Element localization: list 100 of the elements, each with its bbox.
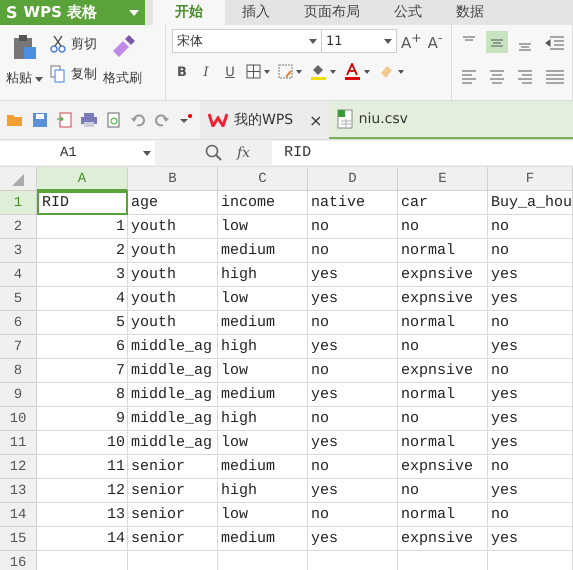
table-cell: 5 [37, 311, 128, 335]
underline-button[interactable]: U [220, 64, 240, 80]
undo-icon[interactable] [130, 112, 146, 128]
table-cell: yes [488, 383, 573, 407]
table-cell: high [218, 407, 308, 431]
save-icon[interactable] [32, 112, 48, 128]
export-icon[interactable] [56, 112, 72, 128]
ribbon-tab[interactable]: 插入 [225, 0, 287, 25]
table-cell: no [488, 503, 573, 527]
table-cell: normal [398, 311, 488, 335]
function-button[interactable]: fx [237, 145, 250, 161]
table-cell: yes [488, 407, 573, 431]
formula-input[interactable]: RID [272, 141, 573, 165]
redo-icon[interactable] [154, 112, 170, 128]
table-cell: senior [128, 503, 218, 527]
ribbon-tab[interactable]: 开始 [153, 0, 225, 25]
table-cell: 8 [37, 383, 128, 407]
table-cell: senior [128, 527, 218, 551]
column-header[interactable]: B [128, 167, 218, 191]
row-header[interactable]: 9 [0, 383, 37, 407]
font-dropdown[interactable]: 宋体 [172, 29, 322, 53]
row-header[interactable]: 6 [0, 311, 37, 335]
caret-icon [309, 38, 317, 44]
table-cell: 9 [37, 407, 128, 431]
table-cell: native [308, 191, 398, 215]
align-middle-icon[interactable] [486, 31, 508, 53]
column-header[interactable]: F [488, 167, 573, 191]
table-cell: RID [37, 191, 128, 215]
table-cell: no [488, 359, 573, 383]
table-cell: high [218, 263, 308, 287]
table-cell: no [308, 215, 398, 239]
table-cell: normal [398, 431, 488, 455]
row-header[interactable]: 12 [0, 455, 37, 479]
row-header[interactable]: 10 [0, 407, 37, 431]
row-header[interactable]: 1 [0, 191, 37, 215]
row-header[interactable]: 5 [0, 287, 37, 311]
row-header[interactable]: 16 [0, 551, 37, 570]
copy-icon [49, 65, 67, 83]
font-color-icon[interactable] [344, 63, 372, 81]
copy-button[interactable]: 复制 [49, 65, 97, 83]
table-cell: expnsive [398, 287, 488, 311]
table-cell: medium [218, 527, 308, 551]
row-header[interactable]: 2 [0, 215, 37, 239]
row-header[interactable]: 4 [0, 263, 37, 287]
row-header[interactable]: 14 [0, 503, 37, 527]
row-header[interactable]: 11 [0, 431, 37, 455]
table-cell: youth [128, 215, 218, 239]
table-cell: low [218, 215, 308, 239]
table-cell: normal [398, 503, 488, 527]
column-header[interactable]: D [308, 167, 398, 191]
borders-icon[interactable] [246, 64, 272, 80]
table-cell: youth [128, 239, 218, 263]
table-cell: medium [218, 455, 308, 479]
row-header[interactable]: 7 [0, 335, 37, 359]
caret-icon [384, 38, 392, 44]
row-header[interactable]: 8 [0, 359, 37, 383]
table-cell: low [218, 431, 308, 455]
row-header[interactable]: 15 [0, 527, 37, 551]
print-preview-icon[interactable] [106, 112, 122, 128]
fill-color-icon[interactable] [310, 63, 338, 81]
table-cell: yes [308, 335, 398, 359]
cut-button[interactable]: 剪切 [49, 35, 97, 53]
print-icon[interactable] [80, 112, 98, 128]
table-cell: middle_ag [128, 407, 218, 431]
grow-font-button[interactable]: A$^{+}$ [401, 30, 421, 52]
table-cell: 11 [37, 455, 128, 479]
table-cell: car [398, 191, 488, 215]
bold-button[interactable]: B [172, 64, 192, 80]
table-cell: high [218, 335, 308, 359]
table-style-icon[interactable] [278, 64, 304, 80]
name-box[interactable]: A1 [0, 141, 155, 165]
table-cell: no [488, 455, 573, 479]
document-tab[interactable]: niu.csv [328, 101, 573, 139]
column-header[interactable]: C [218, 167, 308, 191]
table-cell: 1 [37, 215, 128, 239]
italic-button[interactable]: I [196, 64, 216, 80]
close-tab-button[interactable]: × [309, 110, 323, 130]
document-tab[interactable]: 我的WPS × [200, 101, 329, 139]
table-cell: no [308, 359, 398, 383]
search-icon[interactable] [205, 144, 223, 162]
table-cell: no [398, 335, 488, 359]
table-cell: expnsive [398, 527, 488, 551]
format-painter-button[interactable]: 格式刷 [103, 69, 142, 87]
paste-button[interactable]: 粘贴 [6, 69, 43, 87]
table-cell: 6 [37, 335, 128, 359]
row-header[interactable]: 13 [0, 479, 37, 503]
table-cell: medium [218, 383, 308, 407]
shrink-font-button[interactable]: A$^{-}$ [425, 30, 445, 52]
table-cell: middle_ag [128, 335, 218, 359]
table-cell: expnsive [398, 359, 488, 383]
ribbon-tab[interactable]: 页面布局 [287, 0, 377, 25]
column-header[interactable]: A [37, 167, 128, 191]
table-cell: 2 [37, 239, 128, 263]
font-size-dropdown[interactable]: 11 [321, 29, 397, 53]
spreadsheet-icon [336, 109, 353, 129]
column-header[interactable]: E [398, 167, 488, 191]
ribbon-tab[interactable]: 公式 [377, 0, 439, 25]
row-header[interactable]: 3 [0, 239, 37, 263]
table-cell: yes [488, 263, 573, 287]
ribbon-tab[interactable]: 数据 [439, 0, 501, 25]
